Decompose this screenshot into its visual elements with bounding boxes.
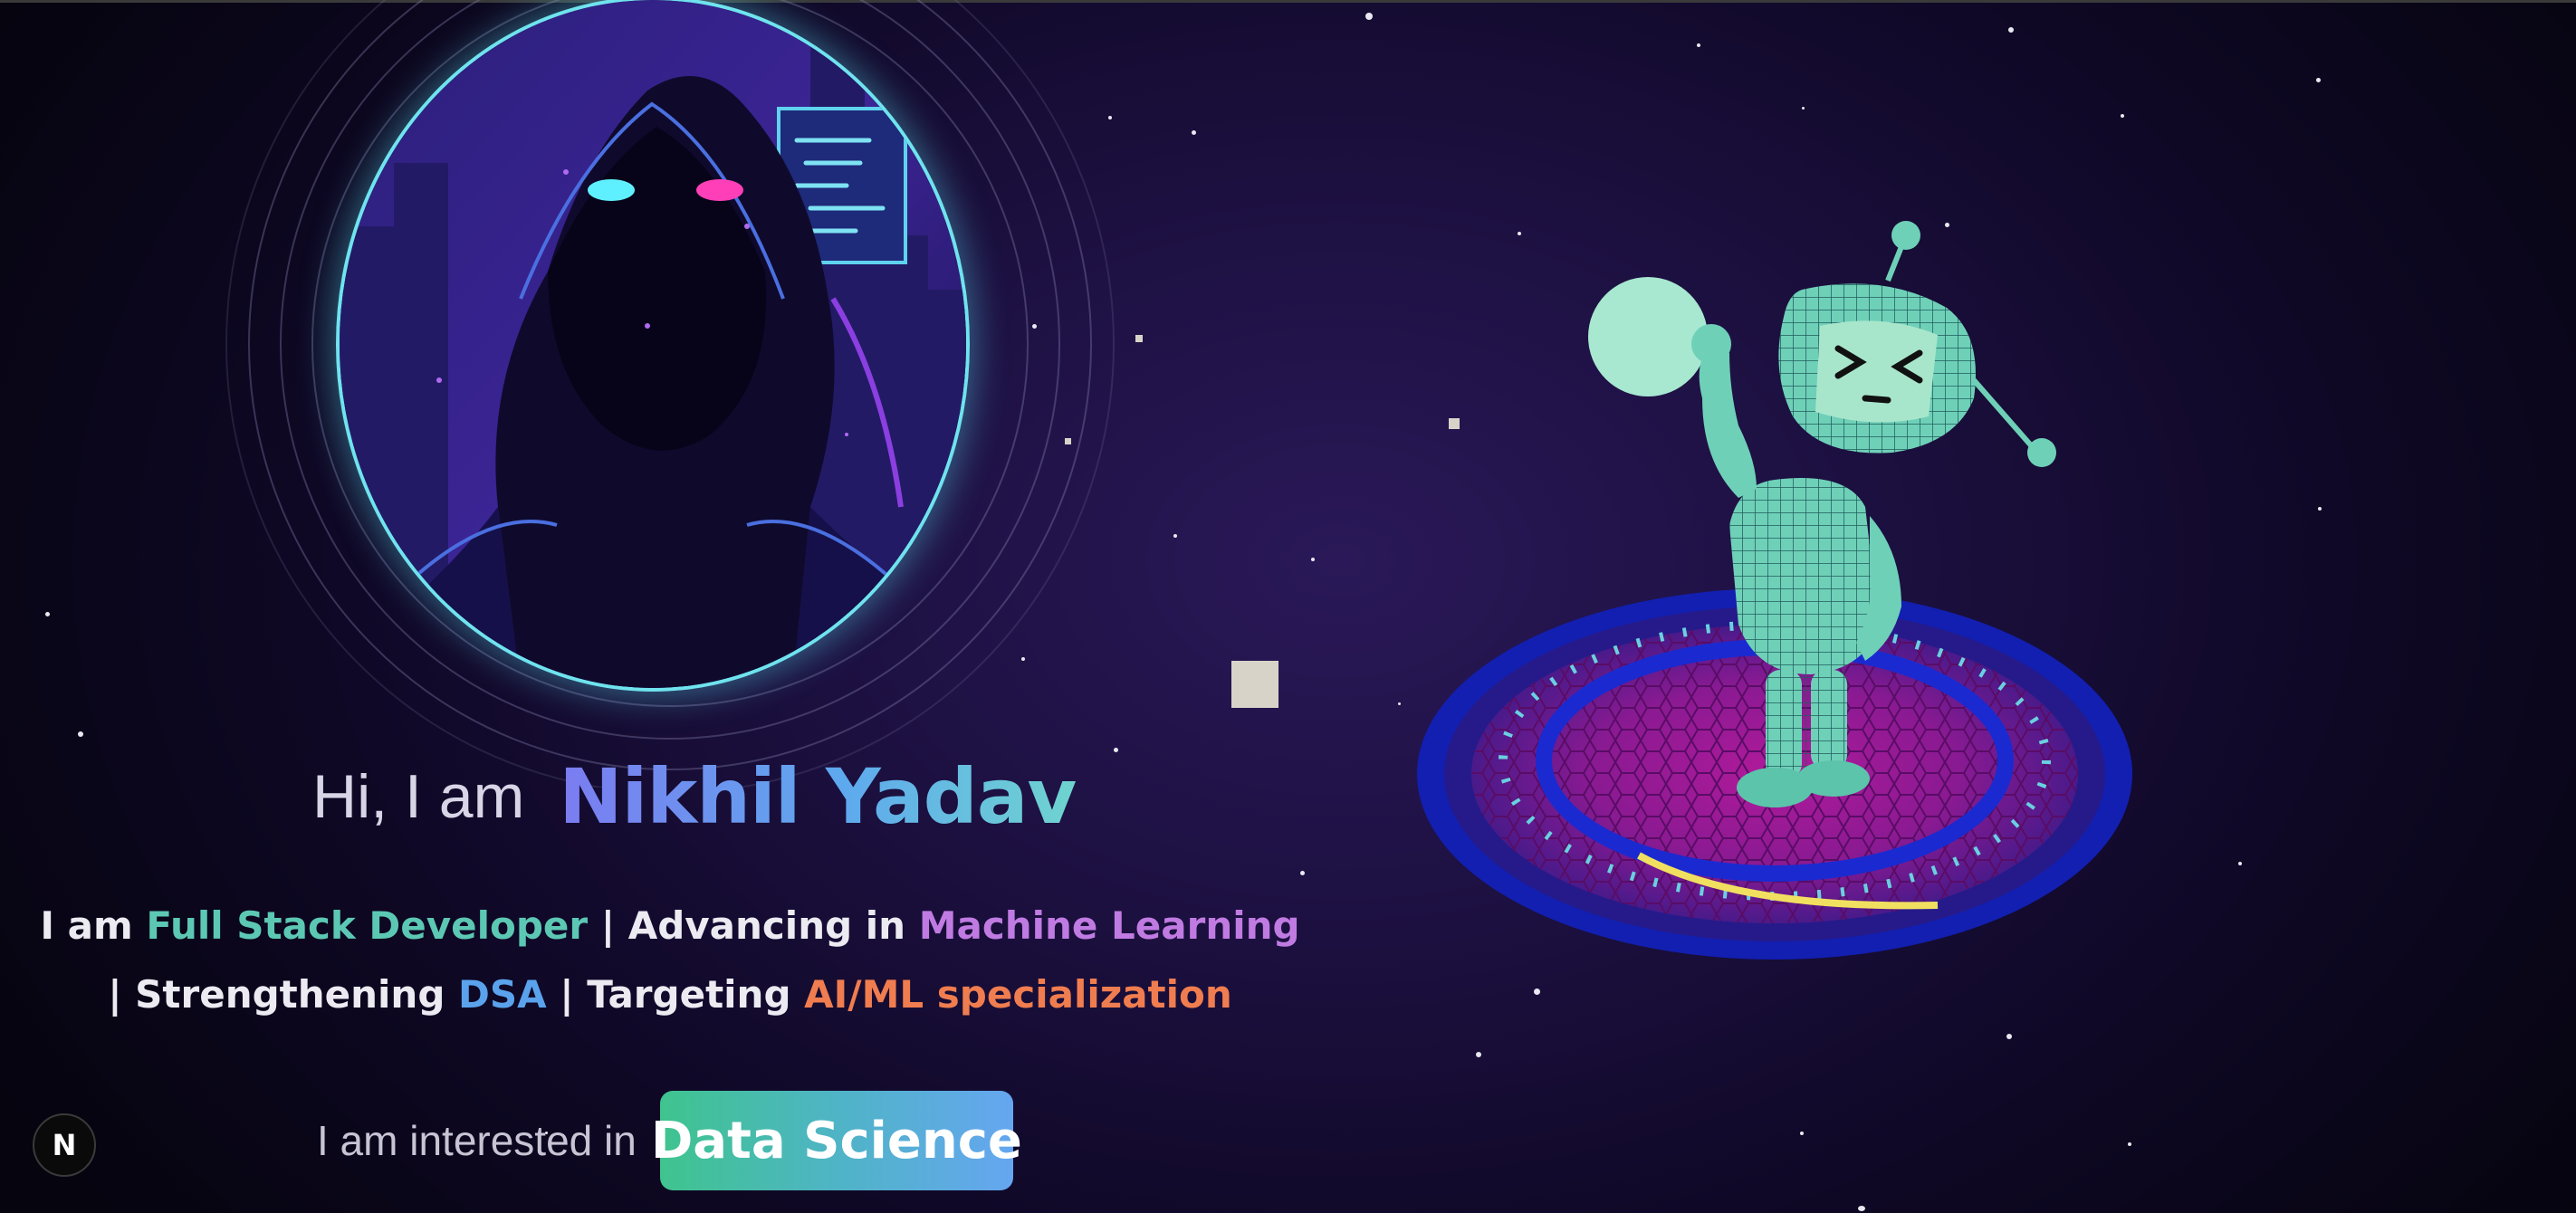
tagline: I am Full Stack Developer | Advancing in… (0, 892, 1340, 1029)
hooded-hacker-illustration (340, 0, 966, 688)
avatar (340, 0, 966, 688)
tagline-text: I am (40, 903, 147, 948)
tagline-text: | Targeting (546, 972, 805, 1017)
skill-full-stack: Full Stack Developer (146, 903, 589, 948)
tagline-text: | Strengthening (108, 972, 459, 1017)
robot-bubble (1588, 277, 1708, 396)
interest-pill: Data Science (651, 1091, 1022, 1190)
tagline-line-1: I am Full Stack Developer | Advancing in… (0, 892, 1340, 960)
hero-name: Nikhil Yadav (559, 752, 1077, 841)
nextjs-logo-icon[interactable]: N (33, 1113, 96, 1177)
tagline-text: | Advancing in (588, 903, 919, 948)
interest-line: I am interested in Data Science (317, 1091, 1022, 1190)
interest-label: I am interested in (317, 1117, 637, 1164)
robot-3d-model (1417, 221, 2132, 960)
greeting-line: Hi, I am Nikhil Yadav (312, 742, 1077, 851)
skill-machine-learning: Machine Learning (918, 903, 1300, 948)
tagline-line-2: | Strengthening DSA | Targeting AI/ML sp… (0, 960, 1340, 1029)
skill-aiml: AI/ML specialization (804, 972, 1232, 1017)
greeting-prefix: Hi, I am (312, 762, 525, 831)
skill-dsa: DSA (458, 972, 547, 1017)
